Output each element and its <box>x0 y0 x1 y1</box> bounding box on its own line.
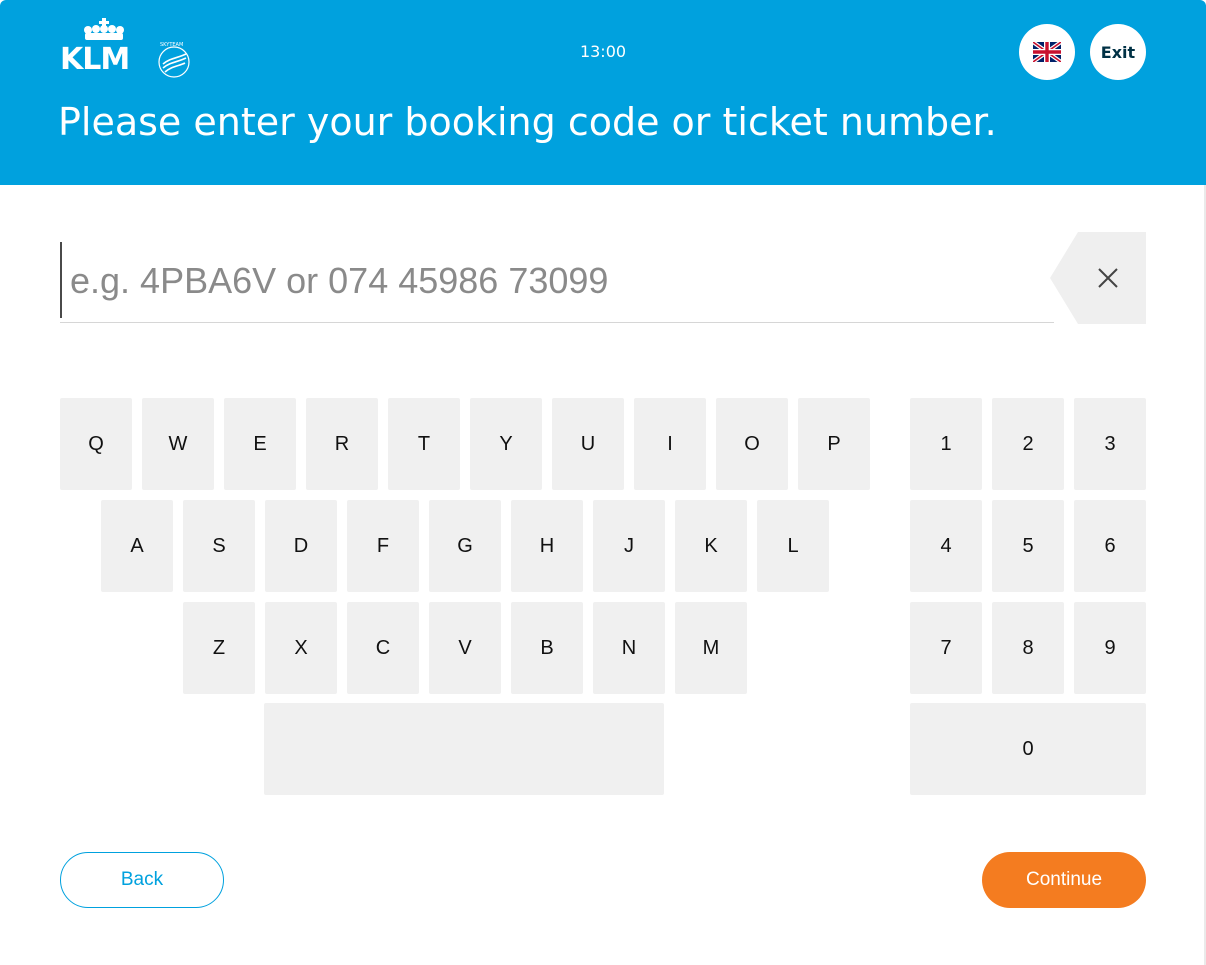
key-h[interactable]: H <box>511 500 583 592</box>
key-5[interactable]: 5 <box>992 500 1064 592</box>
klm-logo: KLM SKYTEAM <box>60 18 194 80</box>
key-p[interactable]: P <box>798 398 870 490</box>
clock: 13:00 <box>579 42 627 61</box>
skyteam-icon: SKYTEAM <box>158 42 190 78</box>
key-l[interactable]: L <box>757 500 829 592</box>
key-0[interactable]: 0 <box>910 703 1146 795</box>
key-y[interactable]: Y <box>470 398 542 490</box>
key-d[interactable]: D <box>265 500 337 592</box>
key-9[interactable]: 9 <box>1074 602 1146 694</box>
uk-flag-icon <box>1033 42 1061 62</box>
key-i[interactable]: I <box>634 398 706 490</box>
key-2[interactable]: 2 <box>992 398 1064 490</box>
back-button[interactable]: Back <box>60 852 224 908</box>
key-u[interactable]: U <box>552 398 624 490</box>
key-c[interactable]: C <box>347 602 419 694</box>
skyteam-label: SKYTEAM <box>160 42 183 48</box>
key-g[interactable]: G <box>429 500 501 592</box>
exit-label: Exit <box>1100 42 1136 62</box>
logo-wordmark: KLM <box>60 42 130 77</box>
key-6[interactable]: 6 <box>1074 500 1146 592</box>
key-7[interactable]: 7 <box>910 602 982 694</box>
key-w[interactable]: W <box>142 398 214 490</box>
page-title: Please enter your booking code or ticket… <box>58 100 997 144</box>
code-input-row <box>60 232 1146 324</box>
booking-code-input[interactable] <box>70 246 1050 316</box>
key-b[interactable]: B <box>511 602 583 694</box>
key-m[interactable]: M <box>675 602 747 694</box>
key-s[interactable]: S <box>183 500 255 592</box>
key-o[interactable]: O <box>716 398 788 490</box>
exit-button[interactable]: Exit <box>1090 24 1146 80</box>
key-k[interactable]: K <box>675 500 747 592</box>
key-3[interactable]: 3 <box>1074 398 1146 490</box>
clear-input-button[interactable] <box>1050 232 1146 324</box>
key-r[interactable]: R <box>306 398 378 490</box>
key-n[interactable]: N <box>593 602 665 694</box>
key-v[interactable]: V <box>429 602 501 694</box>
continue-button[interactable]: Continue <box>982 852 1146 908</box>
key-x[interactable]: X <box>265 602 337 694</box>
crown-icon <box>84 18 124 40</box>
key-t[interactable]: T <box>388 398 460 490</box>
space-key[interactable] <box>264 703 664 795</box>
key-f[interactable]: F <box>347 500 419 592</box>
input-underline <box>60 322 1054 323</box>
key-q[interactable]: Q <box>60 398 132 490</box>
header-bar: KLM SKYTEAM 13:00 Exit Please enter your… <box>0 0 1206 185</box>
language-button[interactable] <box>1019 24 1075 80</box>
key-4[interactable]: 4 <box>910 500 982 592</box>
key-e[interactable]: E <box>224 398 296 490</box>
key-a[interactable]: A <box>101 500 173 592</box>
close-icon <box>1050 232 1146 324</box>
text-caret <box>60 242 62 318</box>
key-z[interactable]: Z <box>183 602 255 694</box>
key-1[interactable]: 1 <box>910 398 982 490</box>
key-j[interactable]: J <box>593 500 665 592</box>
key-8[interactable]: 8 <box>992 602 1064 694</box>
